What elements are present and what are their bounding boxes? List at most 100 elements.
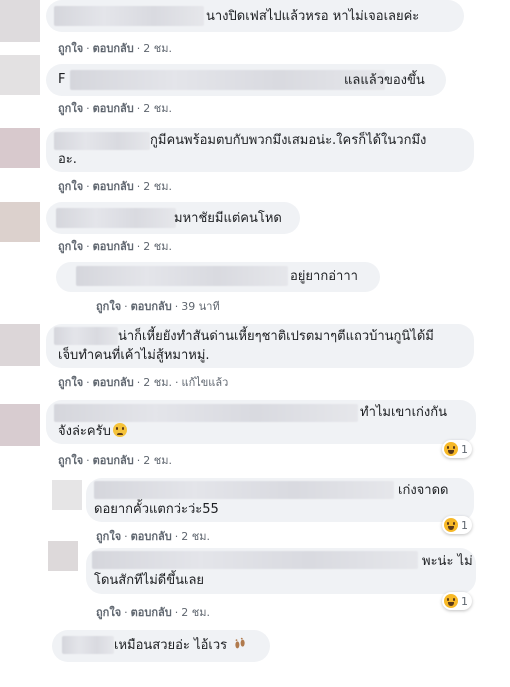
comment-bubble: น่าก็เหี้ยยังทำสันด่านเหี้ยๆชาติเปรตมาๆต… bbox=[46, 324, 474, 368]
separator: · bbox=[86, 240, 90, 253]
like-link[interactable]: ถูกใจ bbox=[58, 376, 83, 389]
like-link[interactable]: ถูกใจ bbox=[58, 180, 83, 193]
separator: · bbox=[136, 240, 141, 253]
separator: · bbox=[86, 102, 90, 115]
avatar[interactable] bbox=[0, 55, 40, 95]
timestamp[interactable]: 2 ชม. bbox=[181, 530, 210, 543]
reaction-count-value: 1 bbox=[461, 594, 468, 608]
redacted-name bbox=[54, 132, 150, 150]
comment-text: เหมือนสวยอ่ะ ไอ้เวร bbox=[114, 636, 247, 655]
avatar[interactable] bbox=[0, 0, 40, 42]
separator: · bbox=[86, 42, 90, 55]
comment-text: น่าก็เหี้ยยังทำสันด่านเหี้ยๆชาติเปรตมาๆต… bbox=[118, 329, 434, 344]
comment-bubble: มหาชัยมีแต่คนโหด bbox=[46, 202, 300, 234]
timestamp[interactable]: 39 นาที bbox=[181, 300, 219, 313]
comment-bubble: เหมือนสวยอ่ะ ไอ้เวร bbox=[52, 630, 270, 662]
redacted-name bbox=[92, 551, 418, 569]
reaction-count-value: 1 bbox=[461, 518, 468, 532]
reply-link[interactable]: ตอบกลับ bbox=[93, 240, 134, 253]
like-link[interactable]: ถูกใจ bbox=[96, 606, 121, 619]
reply-link[interactable]: ตอบกลับ bbox=[93, 42, 134, 55]
comment-actions: ถูกใจ · ตอบกลับ · 2 ชม. bbox=[58, 177, 172, 195]
separator: · bbox=[174, 530, 179, 543]
avatar[interactable] bbox=[0, 128, 40, 168]
edited-label[interactable]: แก้ไขแล้ว bbox=[181, 376, 228, 389]
separator: · bbox=[136, 180, 141, 193]
reply-link[interactable]: ตอบกลับ bbox=[93, 376, 134, 389]
separator: · bbox=[136, 454, 141, 467]
haha-reaction-icon bbox=[444, 594, 458, 608]
reply-link[interactable]: ตอบกลับ bbox=[131, 530, 172, 543]
comment-text: ทำไมเขาเก่งกัน bbox=[360, 405, 448, 420]
separator: · bbox=[86, 376, 90, 389]
comment-text: พะน่ะ ไม่ bbox=[422, 554, 473, 569]
redacted-name bbox=[54, 6, 204, 26]
redacted-name bbox=[94, 481, 394, 499]
timestamp[interactable]: 2 ชม. bbox=[143, 240, 172, 253]
timestamp[interactable]: 2 ชม. bbox=[143, 102, 172, 115]
comment-bubble: พะน่ะ ไม่ โดนสักทีไม่ดีขึ้นเลย bbox=[86, 548, 476, 594]
reaction-count[interactable]: 1 bbox=[442, 440, 472, 458]
commenter-initial: F bbox=[58, 72, 66, 87]
comment-bubble: นางปิดเฟสไปแล้วหรอ หาไม่เจอเลยค่ะ bbox=[46, 0, 464, 32]
separator: · bbox=[174, 376, 179, 389]
reply-link[interactable]: ตอบกลับ bbox=[93, 454, 134, 467]
comment-actions: ถูกใจ · ตอบกลับ · 39 นาที bbox=[96, 297, 220, 315]
avatar[interactable] bbox=[0, 324, 40, 366]
comment-text: นางปิดเฟสไปแล้วหรอ หาไม่เจอเลยค่ะ bbox=[206, 9, 420, 24]
comment-text-line2: ดอยากคั้วแตกว่ะว่ะ55 bbox=[94, 502, 219, 517]
reaction-count-value: 1 bbox=[461, 442, 468, 456]
like-link[interactable]: ถูกใจ bbox=[96, 300, 121, 313]
sad-face-emoji-icon bbox=[112, 423, 127, 437]
comment-bubble: กูมีคนพร้อมตบกับพวกมึงเสมอน่ะ.ใครก็ได้ใน… bbox=[46, 128, 474, 172]
comment-bubble: อยู่ยากอ่าาา bbox=[56, 262, 380, 292]
separator: · bbox=[174, 300, 179, 313]
timestamp[interactable]: 2 ชม. bbox=[143, 180, 172, 193]
reply-link[interactable]: ตอบกลับ bbox=[131, 606, 172, 619]
avatar[interactable] bbox=[0, 404, 40, 446]
avatar[interactable] bbox=[48, 541, 78, 571]
comment-bubble: F แลแล้วของขึ้น bbox=[46, 64, 446, 96]
footprints-emoji-icon bbox=[235, 637, 245, 649]
like-link[interactable]: ถูกใจ bbox=[58, 42, 83, 55]
comment-actions: ถูกใจ · ตอบกลับ · 2 ชม. bbox=[58, 237, 172, 255]
redacted-name bbox=[70, 70, 385, 90]
reaction-count[interactable]: 1 bbox=[442, 592, 472, 610]
comment-text: มหาชัยมีแต่คนโหด bbox=[174, 211, 282, 226]
comment-actions: ถูกใจ · ตอบกลับ · 2 ชม. bbox=[58, 39, 172, 57]
avatar[interactable] bbox=[52, 480, 82, 510]
comment-text-line2: จังล่ะครับ bbox=[58, 422, 127, 441]
separator: · bbox=[174, 606, 179, 619]
comment-bubble: เก่งจาดด ดอยากคั้วแตกว่ะว่ะ55 bbox=[86, 478, 474, 522]
comment-text: กูมีคนพร้อมตบกับพวกมึงเสมอน่ะ.ใครก็ได้ใน… bbox=[150, 133, 427, 148]
like-link[interactable]: ถูกใจ bbox=[58, 102, 83, 115]
separator: · bbox=[124, 606, 128, 619]
reply-link[interactable]: ตอบกลับ bbox=[93, 102, 134, 115]
timestamp[interactable]: 2 ชม. bbox=[143, 42, 172, 55]
comment-text-line2: เจ็บทำคนที่เค้าไม่สู้หมาหมู่. bbox=[58, 348, 210, 363]
separator: · bbox=[136, 376, 141, 389]
reaction-count[interactable]: 1 bbox=[442, 516, 472, 534]
reply-link[interactable]: ตอบกลับ bbox=[93, 180, 134, 193]
timestamp[interactable]: 2 ชม. bbox=[143, 376, 172, 389]
like-link[interactable]: ถูกใจ bbox=[96, 530, 121, 543]
redacted-name bbox=[56, 208, 176, 228]
avatar[interactable] bbox=[0, 202, 40, 242]
like-link[interactable]: ถูกใจ bbox=[58, 240, 83, 253]
separator: · bbox=[136, 42, 141, 55]
comment-actions: ถูกใจ · ตอบกลับ · 2 ชม. bbox=[58, 99, 172, 117]
haha-reaction-icon bbox=[444, 518, 458, 532]
timestamp[interactable]: 2 ชม. bbox=[181, 606, 210, 619]
separator: · bbox=[136, 102, 141, 115]
like-link[interactable]: ถูกใจ bbox=[58, 454, 83, 467]
redacted-name bbox=[62, 636, 114, 654]
comment-bubble: ทำไมเขาเก่งกัน จังล่ะครับ bbox=[46, 400, 476, 444]
comment-text: แลแล้วของขึ้น bbox=[344, 73, 425, 88]
comment-actions: ถูกใจ · ตอบกลับ · 2 ชม. · แก้ไขแล้ว bbox=[58, 373, 228, 391]
comment-actions: ถูกใจ · ตอบกลับ · 2 ชม. bbox=[58, 451, 172, 469]
haha-reaction-icon bbox=[444, 442, 458, 456]
reply-link[interactable]: ตอบกลับ bbox=[131, 300, 172, 313]
separator: · bbox=[124, 300, 128, 313]
comment-text-line2-content: จังล่ะครับ bbox=[58, 424, 111, 439]
timestamp[interactable]: 2 ชม. bbox=[143, 454, 172, 467]
